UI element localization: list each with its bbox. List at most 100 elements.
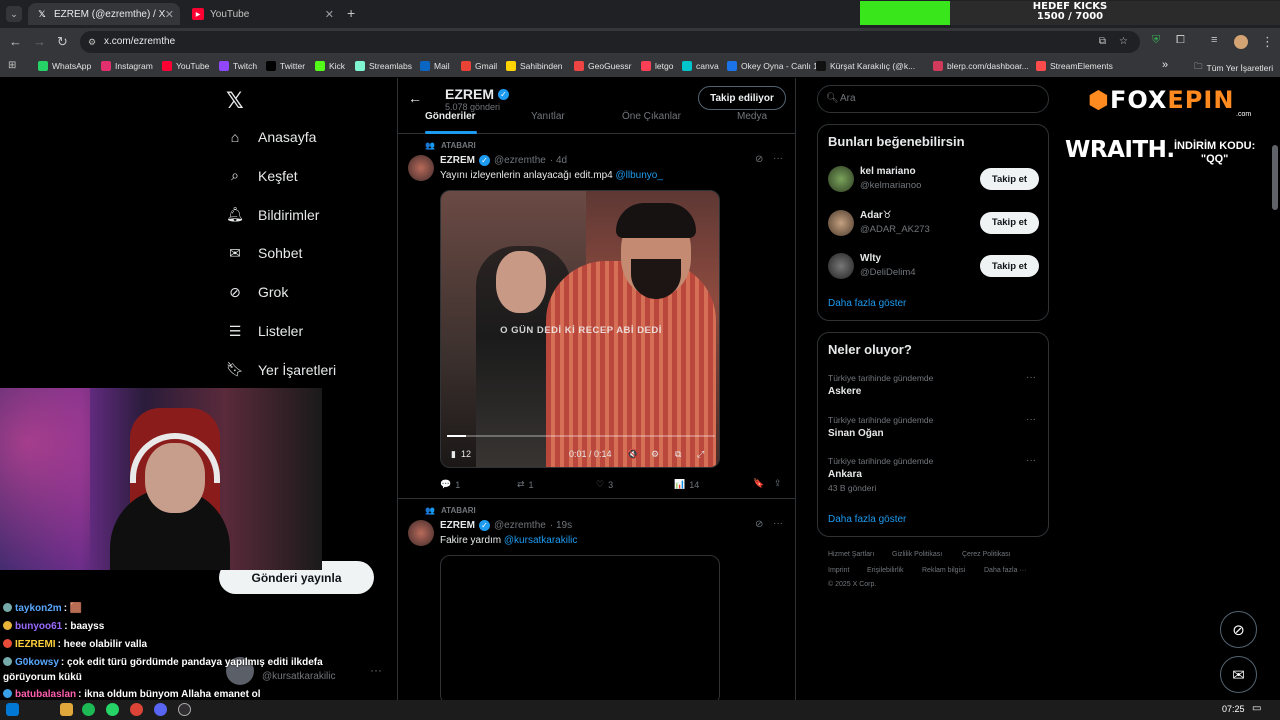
post-media-placeholder[interactable] — [440, 555, 720, 705]
play-icon[interactable]: ▮ — [451, 449, 456, 460]
footer-link[interactable]: Çerez Politikası — [962, 551, 1011, 558]
pip-icon[interactable]: ⧉ — [675, 449, 681, 460]
bookmark-item[interactable]: Kürşat Karakılıç (@k... — [816, 61, 915, 71]
post-avatar[interactable] — [408, 155, 434, 181]
bookmark-item[interactable]: blerp.com/dashboar... — [933, 61, 1029, 71]
follow-button[interactable]: Takip et — [980, 168, 1039, 190]
reading-list-icon[interactable]: ≡ — [1211, 34, 1217, 46]
grok-explain-icon[interactable]: ⊘ — [755, 154, 763, 165]
more-icon[interactable]: ··· — [773, 518, 783, 529]
bookmark-star-icon[interactable]: ☆ — [1119, 31, 1128, 53]
settings-icon[interactable]: ⚙ — [651, 449, 659, 460]
trend-more-icon[interactable]: ··· — [1026, 414, 1036, 425]
footer-link[interactable]: Erişilebilirlik — [867, 567, 904, 574]
grok-explain-icon[interactable]: ⊘ — [755, 519, 763, 530]
reload-icon[interactable]: ↻ — [57, 34, 68, 50]
bookmark-item[interactable]: canva — [682, 61, 719, 71]
share-icon[interactable]: ⇪ — [774, 478, 782, 489]
footer-link[interactable]: Imprint — [828, 567, 849, 574]
url-bar[interactable]: ⚙ x.com/ezremthe ⧉ ☆ — [80, 31, 1140, 53]
show-more-link[interactable]: Daha fazla göster — [828, 298, 906, 309]
chrome-icon[interactable] — [130, 703, 143, 716]
bookmark-icon[interactable]: 🔖 — [753, 478, 764, 489]
following-button[interactable]: Takip ediliyor — [698, 86, 786, 110]
bookmark-item[interactable]: Mail — [420, 61, 450, 71]
bookmark-item[interactable]: Okey Oyna - Canlı 1... — [727, 61, 825, 71]
back-icon[interactable]: ← — [9, 34, 22, 49]
follow-button[interactable]: Takip et — [980, 255, 1039, 277]
sidebar-item-yer-i-şaretleri[interactable]: 🔖︎ Yer İşaretleri — [226, 361, 336, 379]
bookmark-item[interactable]: Sahibinden — [506, 61, 563, 71]
bookmarks-more-icon[interactable]: » — [1162, 59, 1168, 71]
account-handle[interactable]: @kursatkarakilic — [262, 671, 336, 682]
forward-icon[interactable]: → — [33, 34, 46, 49]
tab-posts[interactable]: Gönderiler — [425, 111, 476, 122]
video-progress-bar[interactable] — [447, 435, 715, 437]
views-button[interactable]: 📊 14 — [674, 479, 699, 490]
tab-media[interactable]: Medya — [737, 111, 767, 122]
scrollbar-thumb[interactable] — [1272, 145, 1278, 210]
x-logo-icon[interactable]: 𝕏 — [226, 88, 244, 114]
all-bookmarks-folder[interactable]: 🗀 Tüm Yer İşaretleri — [1194, 61, 1273, 75]
tab-replies[interactable]: Yanıtlar — [531, 111, 565, 122]
footer-link[interactable]: Hizmet Şartları — [828, 551, 874, 558]
browser-tab-x[interactable]: 𝕏 EZREM (@ezremthe) / X ✕ — [28, 3, 180, 25]
menu-kebab-icon[interactable]: ⋮ — [1261, 34, 1274, 50]
messages-fab-icon[interactable]: ✉ — [1220, 656, 1257, 693]
whatsapp-icon[interactable] — [106, 703, 119, 716]
bookmark-item[interactable]: GeoGuessr — [574, 61, 631, 71]
sidebar-item-sohbet[interactable]: ✉ Sohbet — [226, 244, 302, 262]
folder-icon[interactable] — [60, 703, 73, 716]
bookmark-item[interactable]: StreamElements — [1036, 61, 1113, 71]
browser-tab-youtube[interactable]: ▶ YouTube ✕ — [184, 3, 340, 25]
suggestion-name[interactable]: Adar♉ — [860, 210, 892, 221]
bookmark-item[interactable]: Twitter — [266, 61, 305, 71]
tab-highlights[interactable]: Öne Çıkanlar — [622, 111, 681, 122]
footer-link[interactable]: Reklam bilgisi — [922, 567, 965, 574]
fullscreen-icon[interactable]: ⤢ — [697, 449, 704, 460]
trend-more-icon[interactable]: ··· — [1026, 455, 1036, 466]
back-arrow-icon[interactable]: ← — [408, 90, 422, 106]
bookmark-item[interactable]: Streamlabs — [355, 61, 412, 71]
close-tab-icon[interactable]: ✕ — [325, 8, 334, 21]
bookmark-item[interactable]: YouTube — [162, 61, 209, 71]
avatar[interactable] — [828, 209, 854, 236]
post-video[interactable]: O GÜN DEDİ Kİ RECEP ABİ DEDİ ▮ 12 0:01 /… — [440, 190, 720, 468]
bookmark-item[interactable]: Gmail — [461, 61, 497, 71]
follow-button[interactable]: Takip et — [980, 211, 1039, 234]
close-tab-icon[interactable]: ✕ — [165, 8, 174, 21]
trends-show-more-link[interactable]: Daha fazla göster — [828, 514, 906, 525]
repost-button[interactable]: ⇄ 1 — [517, 479, 534, 490]
mute-icon[interactable]: 🔇 — [627, 449, 638, 460]
bookmark-item[interactable]: Instagram — [101, 61, 153, 71]
post-avatar[interactable] — [408, 520, 434, 546]
new-tab-button[interactable]: + — [347, 5, 355, 21]
bookmark-item[interactable]: WhatsApp — [38, 61, 91, 71]
bookmark-item[interactable]: letgo — [641, 61, 673, 71]
extensions-icon[interactable]: ⧠ — [1176, 34, 1185, 47]
suggestion-name[interactable]: Wlty — [860, 253, 881, 264]
sidebar-item-listeler[interactable]: ☰ Listeler — [226, 322, 303, 340]
install-app-icon[interactable]: ⧉ — [1099, 31, 1106, 53]
notification-icon[interactable]: ▭ — [1252, 703, 1261, 714]
footer-link[interactable]: Gizlilik Politikası — [892, 551, 942, 558]
more-icon[interactable]: ··· — [773, 153, 783, 164]
start-icon[interactable] — [6, 703, 19, 716]
site-info-icon[interactable]: ⚙ — [88, 31, 96, 53]
account-more-icon[interactable]: ··· — [370, 663, 382, 677]
sidebar-item-grok[interactable]: ⊘ Grok — [226, 283, 288, 301]
discord-icon[interactable] — [154, 703, 167, 716]
avatar[interactable] — [828, 253, 854, 279]
avatar[interactable] — [828, 166, 854, 192]
tab-search-button[interactable]: ⌄ — [6, 6, 22, 22]
profile-avatar[interactable] — [1234, 35, 1248, 49]
grok-fab-icon[interactable]: ⊘ — [1220, 611, 1257, 648]
search-input[interactable]: 🔍︎ Ara — [817, 85, 1049, 113]
reply-button[interactable]: 💬 1 — [440, 479, 460, 490]
obs-icon[interactable] — [178, 703, 191, 716]
footer-link[interactable]: Daha fazla ··· — [984, 567, 1026, 574]
apps-icon[interactable]: ⊞ — [8, 60, 16, 71]
bookmark-item[interactable]: Twitch — [219, 61, 257, 71]
suggestion-name[interactable]: kel mariano — [860, 166, 916, 177]
sidebar-item-anasayfa[interactable]: ⌂ Anasayfa — [226, 128, 317, 146]
